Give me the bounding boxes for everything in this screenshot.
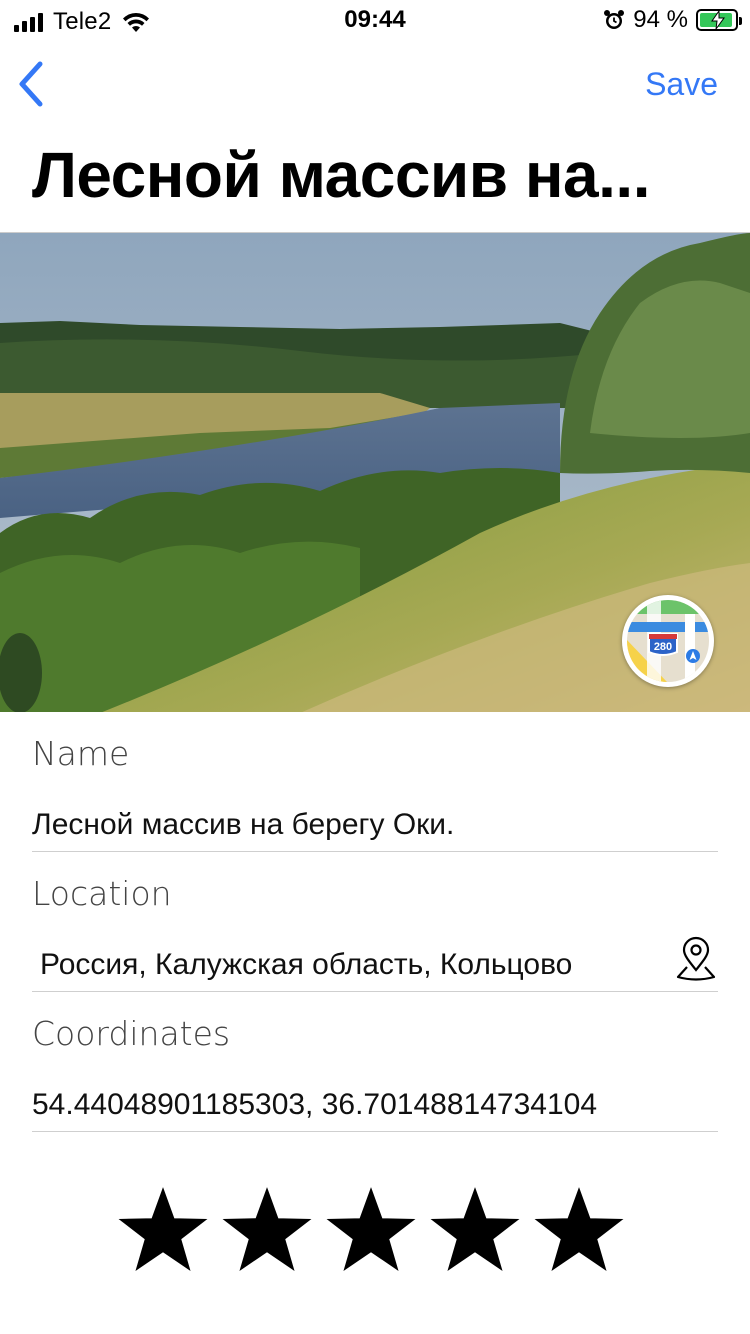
save-button[interactable]: Save xyxy=(645,66,718,103)
location-pin-button[interactable] xyxy=(674,936,718,984)
maps-shield-text: 280 xyxy=(654,641,672,653)
chevron-left-icon xyxy=(19,61,43,107)
star-icon[interactable] xyxy=(326,1186,416,1276)
name-divider xyxy=(32,851,718,852)
location-divider xyxy=(32,991,718,992)
location-field[interactable]: Россия, Калужская область, Кольцово xyxy=(40,948,660,982)
back-button[interactable] xyxy=(16,60,46,108)
star-icon[interactable] xyxy=(222,1186,312,1276)
battery-percent: 94 % xyxy=(633,6,688,33)
name-label: Name xyxy=(32,734,130,773)
name-field[interactable]: Лесной массив на берегу Оки. xyxy=(32,808,718,842)
status-right: 94 % xyxy=(603,6,742,34)
star-icon[interactable] xyxy=(118,1186,208,1276)
status-bar: Tele2 09:44 94 % xyxy=(0,0,750,40)
star-rating[interactable] xyxy=(118,1186,624,1276)
apple-maps-icon: 280 xyxy=(627,600,709,682)
coordinates-divider xyxy=(32,1131,718,1132)
alarm-icon xyxy=(604,10,625,29)
coordinates-field[interactable]: 54.44048901185303, 36.70148814734104 xyxy=(32,1088,718,1122)
location-pin-icon xyxy=(676,936,716,981)
location-label: Location xyxy=(32,874,172,913)
battery-charging-icon xyxy=(696,9,742,31)
coordinates-label: Coordinates xyxy=(32,1014,231,1053)
open-in-maps-button[interactable]: 280 xyxy=(622,595,714,687)
page-title: Лесной массив на... xyxy=(32,139,650,211)
star-icon[interactable] xyxy=(430,1186,520,1276)
place-photo: 280 xyxy=(0,232,750,712)
star-icon[interactable] xyxy=(534,1186,624,1276)
